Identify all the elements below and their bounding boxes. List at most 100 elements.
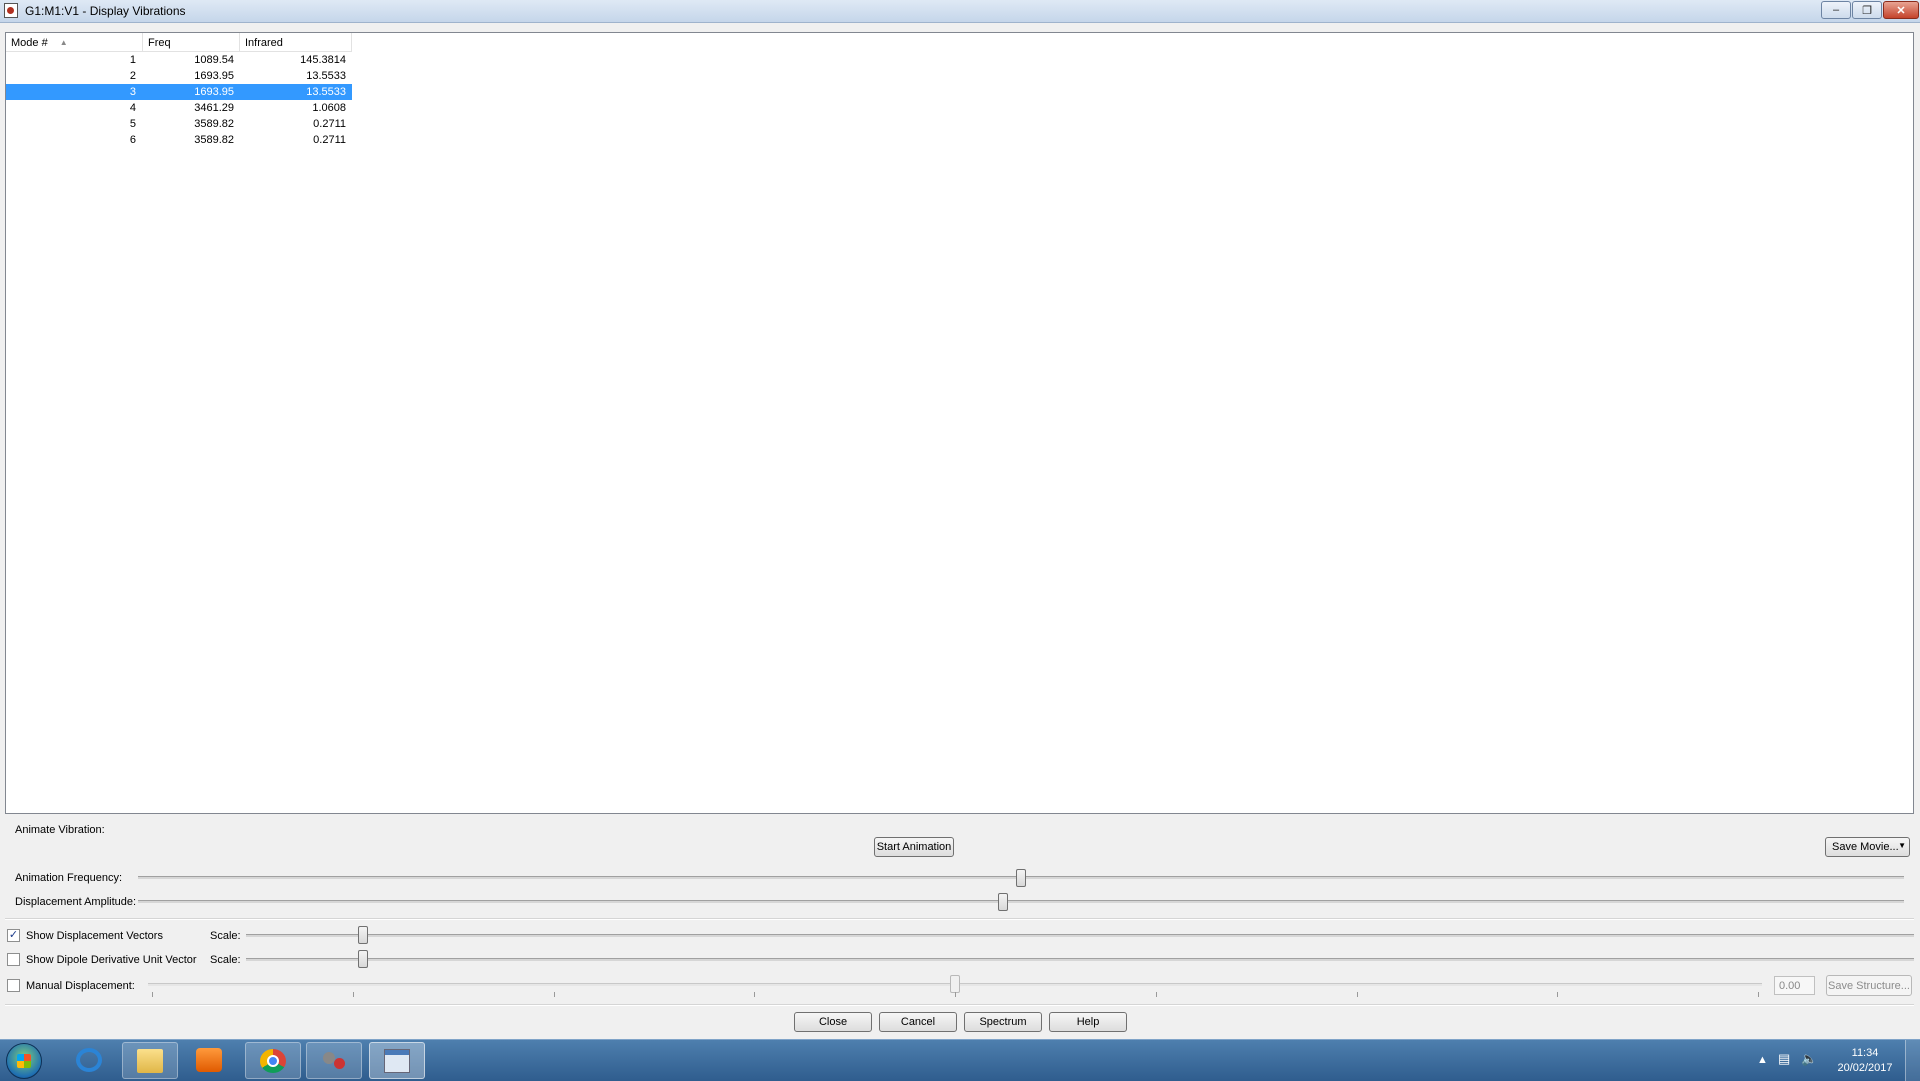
slider-tick [553, 992, 555, 997]
manual-displacement-checkbox[interactable] [7, 979, 20, 992]
network-icon[interactable]: ▤ [1778, 1051, 1790, 1067]
restore-button[interactable]: ❐ [1852, 1, 1882, 19]
animation-frequency-label: Animation Frequency: [15, 872, 122, 884]
taskbar-gaussview[interactable] [306, 1042, 362, 1079]
animation-frequency-slider[interactable] [1016, 869, 1026, 887]
slider-tick [152, 992, 153, 997]
cell-mode: 6 [129, 134, 136, 146]
cell-freq: 1693.95 [194, 86, 234, 98]
cell-mode: 1 [129, 54, 136, 66]
cell-ir: 0.2711 [313, 118, 346, 130]
separator [5, 918, 1914, 920]
help-button[interactable]: Help [1049, 1012, 1127, 1032]
show-displacement-label: Show Displacement Vectors [26, 930, 163, 942]
header-infrared-label: Infrared [245, 37, 283, 49]
sort-ascending-icon: ▲ [59, 38, 68, 47]
spectrum-button[interactable]: Spectrum [964, 1012, 1042, 1032]
taskbar-media-player[interactable] [182, 1042, 238, 1079]
header-infrared[interactable]: Infrared [240, 33, 352, 52]
cell-mode: 5 [129, 118, 136, 130]
header-mode[interactable]: Mode # ▲ [6, 33, 143, 52]
show-desktop-button[interactable] [1905, 1040, 1920, 1081]
dropdown-arrow-icon: ▼ [1898, 841, 1906, 850]
displacement-amplitude-track [138, 900, 1904, 903]
restore-icon: ❐ [1862, 4, 1872, 17]
app-icon[interactable] [4, 3, 18, 18]
title-bar: G1:M1:V1 - Display Vibrations ‒ ❐ ✕ [0, 0, 1920, 23]
table-row[interactable]: 1 1089.54 145.3814 [6, 52, 352, 68]
header-freq[interactable]: Freq [143, 33, 240, 52]
folder-icon [137, 1049, 163, 1073]
cell-ir: 13.5533 [306, 86, 346, 98]
close-button[interactable]: Close [794, 1012, 872, 1032]
cell-ir: 0.2711 [313, 134, 346, 146]
volume-icon[interactable]: 🔈 [1801, 1051, 1817, 1067]
header-freq-label: Freq [148, 37, 171, 49]
slider-tick [352, 992, 354, 997]
table-row[interactable]: 3 1693.95 13.5533 [6, 84, 352, 100]
taskbar-chrome[interactable] [245, 1042, 301, 1079]
slider-tick [955, 992, 956, 997]
cell-ir: 1.0608 [312, 102, 346, 114]
clock-time: 11:34 [1851, 1047, 1879, 1059]
clock-date: 20/02/2017 [1837, 1062, 1893, 1074]
displacement-amplitude-label: Displacement Amplitude: [15, 896, 137, 908]
animate-vibration-label: Animate Vibration: [15, 824, 105, 836]
minimize-button[interactable]: ‒ [1821, 1, 1851, 19]
media-player-icon [196, 1048, 222, 1072]
displacement-scale-track [246, 934, 1914, 937]
cell-mode: 3 [129, 86, 136, 98]
cell-freq: 3589.82 [194, 118, 234, 130]
displacement-scale-label: Scale: [210, 930, 241, 942]
table-row[interactable]: 5 3589.82 0.2711 [6, 116, 352, 132]
manual-displacement-label: Manual Displacement: [26, 980, 135, 992]
start-animation-button[interactable]: Start Animation [874, 837, 954, 857]
table-row[interactable]: 4 3461.29 1.0608 [6, 100, 352, 116]
cell-freq: 1089.54 [194, 54, 234, 66]
cell-ir: 145.3814 [300, 54, 346, 66]
taskbar-active-window[interactable] [369, 1042, 425, 1079]
cell-ir: 13.5533 [306, 70, 346, 82]
displacement-amplitude-slider[interactable] [998, 893, 1009, 911]
slider-tick [754, 992, 756, 997]
dipole-scale-slider[interactable] [357, 950, 368, 968]
slider-tick [1356, 992, 1358, 997]
table-row[interactable]: 2 1693.95 13.5533 [6, 68, 352, 84]
chrome-icon [260, 1049, 286, 1073]
separator [5, 1004, 1914, 1006]
save-movie-label: Save Movie... [1832, 841, 1899, 853]
taskbar-explorer[interactable] [122, 1042, 178, 1079]
dipole-scale-track [246, 958, 1914, 961]
system-clock[interactable]: 11:34 20/02/2017 [1816, 1046, 1914, 1076]
window-title: G1:M1:V1 - Display Vibrations [25, 4, 186, 18]
start-button[interactable] [6, 1043, 42, 1079]
show-hidden-icons-icon[interactable]: ▲ [1757, 1054, 1768, 1066]
save-structure-button[interactable]: Save Structure... [1826, 975, 1912, 996]
save-movie-button[interactable]: Save Movie... ▼ [1825, 837, 1910, 857]
internet-explorer-icon [76, 1048, 102, 1072]
window-icon [384, 1049, 410, 1073]
manual-displacement-value[interactable]: 0.00 [1774, 976, 1815, 995]
cell-mode: 4 [129, 102, 136, 114]
dipole-scale-label: Scale: [210, 954, 241, 966]
close-window-button[interactable]: ✕ [1883, 1, 1919, 19]
manual-displacement-slider[interactable] [950, 975, 960, 993]
cancel-button[interactable]: Cancel [879, 1012, 957, 1032]
cell-mode: 2 [129, 70, 136, 82]
cell-freq: 3589.82 [194, 134, 234, 146]
show-displacement-checkbox[interactable]: ✓ [7, 929, 20, 942]
displacement-scale-slider[interactable] [357, 926, 368, 944]
slider-tick [1758, 992, 1759, 997]
header-mode-label: Mode # [11, 37, 48, 49]
modes-list[interactable]: Mode # ▲ Freq Infrared 1 1089.54 145.3814 2 1… [5, 32, 1914, 814]
slider-tick [1155, 992, 1157, 997]
slider-tick [1557, 992, 1559, 997]
cell-freq: 1693.95 [194, 70, 234, 82]
taskbar-internet-explorer[interactable] [62, 1042, 118, 1079]
taskbar: ▲ ▤ 🔈 11:34 20/02/2017 [0, 1039, 1920, 1081]
table-row[interactable]: 6 3589.82 0.2711 [6, 132, 352, 148]
close-icon: ✕ [1896, 4, 1906, 17]
show-dipole-checkbox[interactable] [7, 953, 20, 966]
molecule-icon [321, 1049, 347, 1073]
cell-freq: 3461.29 [194, 102, 234, 114]
